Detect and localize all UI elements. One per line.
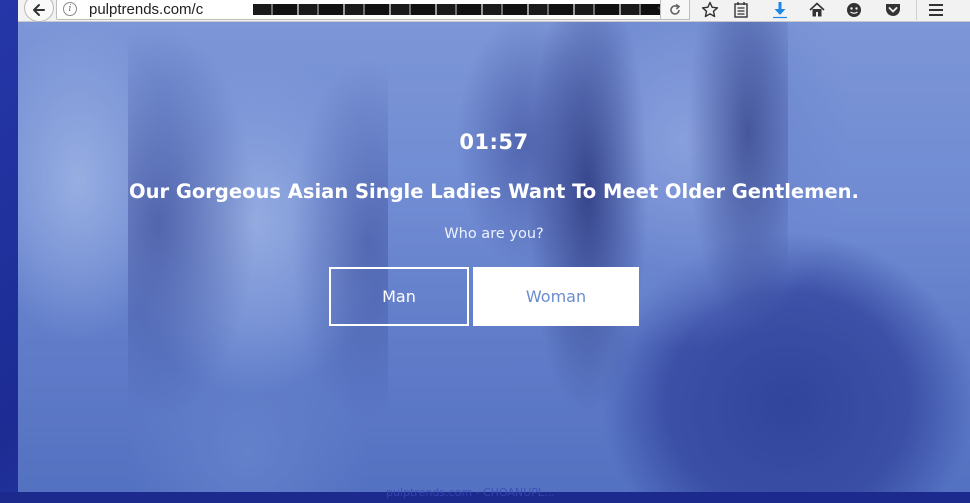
- url-redaction: [253, 4, 689, 15]
- pocket-icon: [886, 4, 900, 16]
- reload-button[interactable]: [660, 0, 690, 20]
- reading-list-icon: [734, 2, 748, 18]
- question-text: Who are you?: [444, 226, 544, 242]
- downloads-button[interactable]: [770, 1, 790, 19]
- countdown-timer: 01:57: [459, 130, 529, 154]
- woman-button[interactable]: Woman: [473, 267, 639, 326]
- hamburger-menu-icon: [929, 4, 943, 16]
- bookmark-button[interactable]: [700, 1, 720, 19]
- landing-page: 01:57 Our Gorgeous Asian Single Ladies W…: [18, 22, 970, 492]
- reading-list-button[interactable]: [731, 1, 751, 19]
- status-bar-text: pulptrends.com - CHOANUPL...: [386, 486, 555, 499]
- bookmark-star-icon: [701, 1, 719, 18]
- emoji-icon: [847, 3, 861, 17]
- back-button[interactable]: [24, 0, 54, 22]
- url-text[interactable]: pulptrends.com/c: [89, 1, 203, 19]
- menu-button[interactable]: [926, 1, 946, 19]
- page-headline: Our Gorgeous Asian Single Ladies Want To…: [129, 180, 859, 203]
- browser-toolbar: i pulptrends.com/c: [18, 0, 970, 22]
- back-arrow-icon: [33, 4, 45, 16]
- emoji-button[interactable]: [844, 1, 864, 19]
- man-button[interactable]: Man: [329, 267, 469, 326]
- home-button[interactable]: [807, 1, 827, 19]
- reload-icon: [670, 3, 681, 15]
- blue-overlay: [18, 22, 970, 492]
- address-bar[interactable]: i pulptrends.com/c: [56, 0, 689, 20]
- home-icon: [809, 2, 825, 17]
- info-icon[interactable]: i: [63, 2, 77, 16]
- download-icon: [773, 2, 787, 19]
- browser-window: i pulptrends.com/c 01:57 Our Gorgeous As…: [18, 0, 970, 492]
- toolbar-separator: [916, 0, 917, 20]
- pocket-button[interactable]: [883, 1, 903, 19]
